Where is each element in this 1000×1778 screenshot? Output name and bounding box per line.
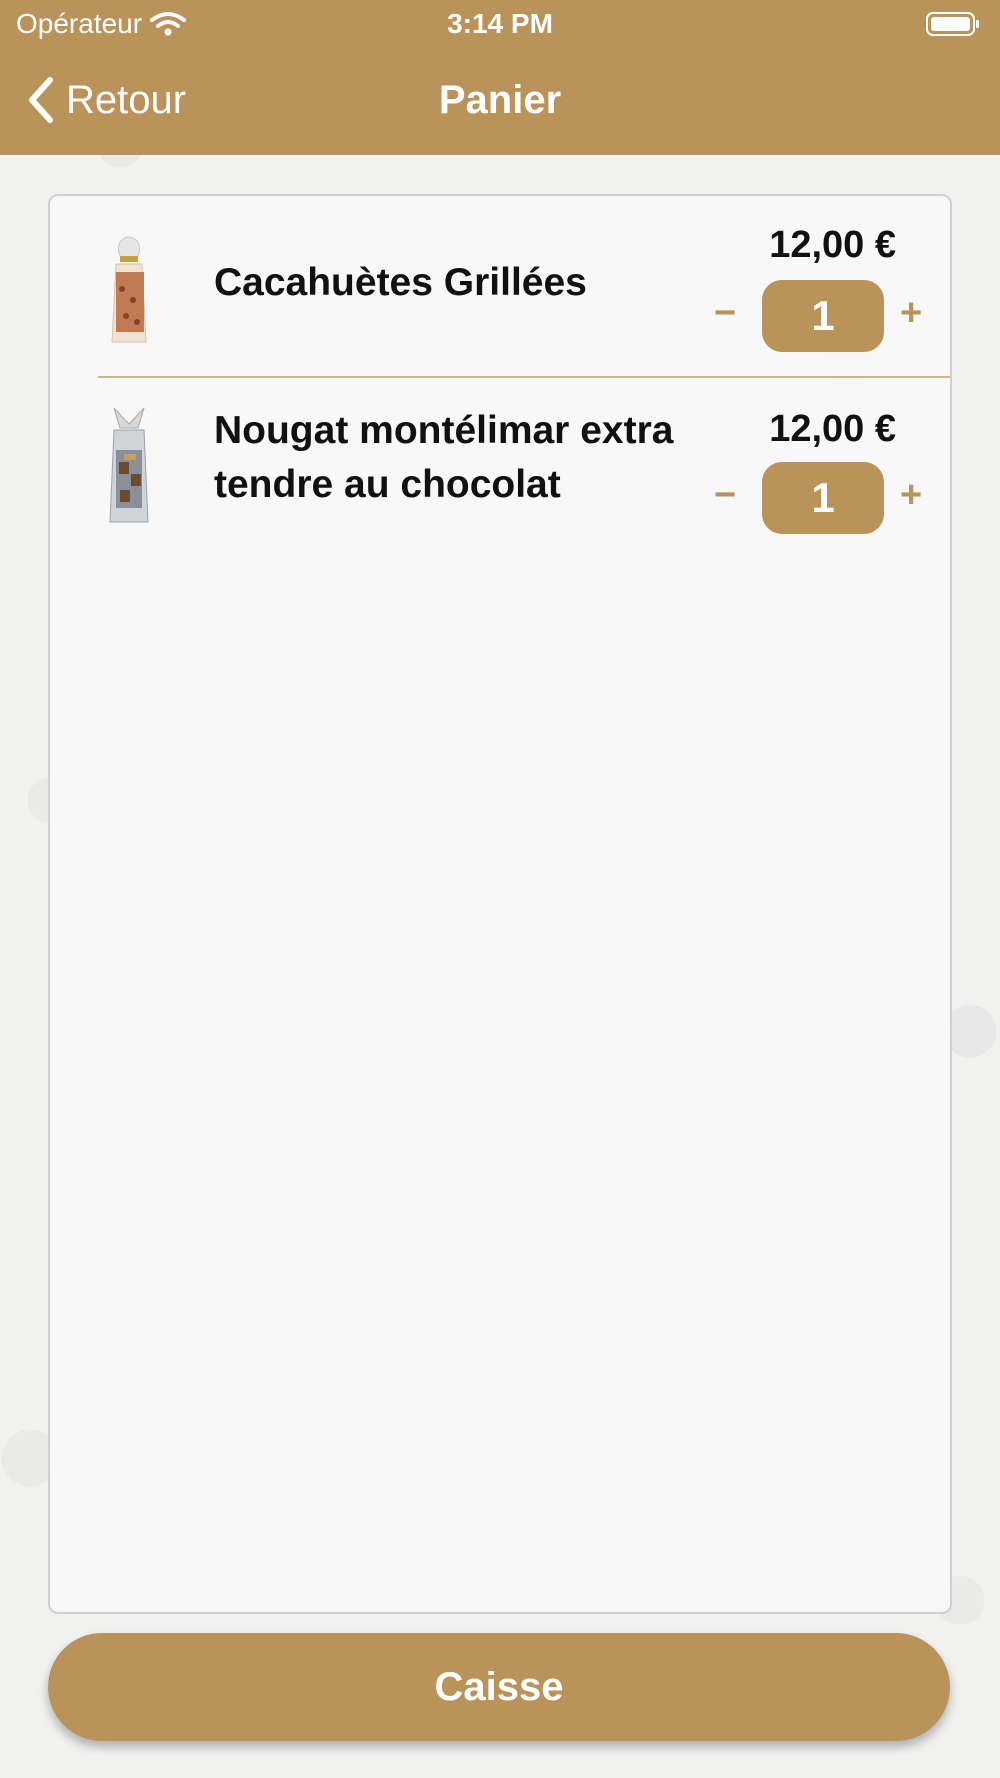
status-bar: Opérateur 3:14 PM — [0, 0, 1000, 50]
status-time: 3:14 PM — [447, 8, 553, 39]
page-title: Panier — [438, 78, 562, 122]
top-bar: Opérateur 3:14 PM Retour Panier — [0, 0, 1000, 155]
quantity-field[interactable]: 1 — [762, 462, 884, 534]
decrease-quantity-button[interactable]: − — [714, 292, 736, 335]
cart-item[interactable]: Cacahuètes Grillées 12,00 € − 1 + — [50, 196, 950, 378]
decrease-quantity-button[interactable]: − — [714, 474, 736, 517]
battery-icon — [926, 12, 979, 36]
item-price: 12,00 € — [769, 408, 896, 450]
cart-item[interactable]: Nougat montélimar extra tendre au chocol… — [50, 378, 950, 563]
product-image — [109, 407, 149, 523]
increase-quantity-button[interactable]: + — [900, 292, 922, 335]
checkout-button[interactable]: Caisse — [48, 1633, 950, 1741]
cart-list: Cacahuètes Grillées 12,00 € − 1 + Nougat… — [48, 194, 952, 1614]
item-name: Nougat montélimar extra tendre au chocol… — [214, 409, 674, 506]
increase-quantity-button[interactable]: + — [900, 474, 922, 517]
product-image — [111, 236, 147, 343]
quantity-field[interactable]: 1 — [762, 280, 884, 352]
item-name: Cacahuètes Grillées — [214, 261, 587, 304]
navigation-bar: Retour Panier — [0, 60, 1000, 145]
item-price: 12,00 € — [769, 224, 896, 266]
